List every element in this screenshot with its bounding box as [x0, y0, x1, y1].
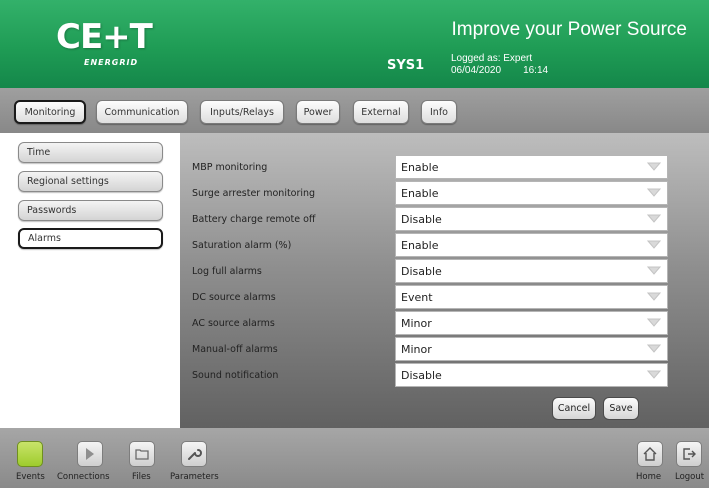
setting-label: Manual-off alarms [192, 344, 278, 355]
home-icon [643, 447, 657, 461]
setting-label: Saturation alarm (%) [192, 240, 292, 251]
logged-user: Logged as: Expert [451, 53, 533, 64]
save-button[interactable]: Save [603, 397, 639, 420]
log-full-alarms-select[interactable]: Disable [395, 259, 668, 283]
dc-source-alarms-select[interactable]: Event [395, 285, 668, 309]
folder-icon [135, 449, 149, 460]
events-label: Events [16, 472, 45, 482]
logo-subtext: ENERGRID [84, 58, 139, 67]
settings-menu: Time Regional settings Passwords Alarms [0, 133, 180, 428]
setting-label: Sound notification [192, 370, 279, 381]
select-value: Disable [401, 212, 442, 226]
saturation-alarm-select[interactable]: Enable [395, 233, 668, 257]
parameters-label: Parameters [170, 472, 219, 482]
chevron-down-icon [647, 266, 661, 275]
bottom-bar: Events Connections Files Parameters Home… [0, 428, 709, 488]
tab-monitoring[interactable]: Monitoring [14, 100, 86, 124]
chevron-down-icon [647, 188, 661, 197]
parameters-button[interactable] [181, 441, 207, 467]
date: 06/04/2020 [451, 65, 502, 76]
tab-bar: Monitoring Communication Inputs/Relays P… [0, 88, 709, 133]
tab-communication[interactable]: Communication [96, 100, 188, 124]
select-value: Minor [401, 316, 432, 330]
connections-icon [86, 448, 94, 460]
setting-label: Battery charge remote off [192, 214, 316, 225]
connections-label: Connections [57, 472, 110, 482]
select-value: Disable [401, 264, 442, 278]
cancel-button[interactable]: Cancel [552, 397, 596, 420]
files-label: Files [132, 472, 151, 482]
logout-button[interactable] [676, 441, 702, 467]
header: CE+T ENERGRID Improve your Power Source … [0, 0, 709, 88]
select-value: Event [401, 290, 433, 304]
menu-item-time[interactable]: Time [18, 142, 163, 163]
select-value: Disable [401, 368, 442, 382]
home-button[interactable] [637, 441, 663, 467]
alarms-panel: MBP monitoring Enable Surge arrester mon… [180, 133, 709, 428]
chevron-down-icon [647, 292, 661, 301]
select-value: Enable [401, 238, 439, 252]
logo-text: CE+T [56, 17, 153, 57]
connections-button[interactable] [77, 441, 103, 467]
setting-label: MBP monitoring [192, 162, 268, 173]
chevron-down-icon [647, 370, 661, 379]
time: 16:14 [523, 65, 549, 76]
setting-label: AC source alarms [192, 318, 275, 329]
select-value: Enable [401, 186, 439, 200]
sound-notification-select[interactable]: Disable [395, 363, 668, 387]
tab-info[interactable]: Info [421, 100, 457, 124]
manual-off-alarms-select[interactable]: Minor [395, 337, 668, 361]
setting-label: Log full alarms [192, 266, 262, 277]
menu-item-passwords[interactable]: Passwords [18, 200, 163, 221]
mbp-monitoring-select[interactable]: Enable [395, 155, 668, 179]
setting-label: Surge arrester monitoring [192, 188, 316, 199]
chevron-down-icon [647, 318, 661, 327]
menu-item-alarms[interactable]: Alarms [18, 228, 163, 249]
system-name: SYS1 [387, 58, 425, 73]
home-label: Home [636, 472, 662, 482]
files-button[interactable] [129, 441, 155, 467]
wrench-icon [188, 449, 202, 460]
chevron-down-icon [647, 214, 661, 223]
select-value: Enable [401, 160, 439, 174]
datetime: 06/04/2020 16:14 [451, 65, 548, 76]
tagline: Improve your Power Source [451, 19, 688, 40]
setting-label: DC source alarms [192, 292, 276, 303]
tab-inputs-relays[interactable]: Inputs/Relays [200, 100, 284, 124]
tab-external[interactable]: External [353, 100, 409, 124]
surge-arrester-monitoring-select[interactable]: Enable [395, 181, 668, 205]
events-button[interactable] [17, 441, 43, 467]
chevron-down-icon [647, 240, 661, 249]
battery-charge-remote-off-select[interactable]: Disable [395, 207, 668, 231]
chevron-down-icon [647, 344, 661, 353]
ac-source-alarms-select[interactable]: Minor [395, 311, 668, 335]
logo: CE+T ENERGRID [56, 18, 164, 72]
tab-power[interactable]: Power [296, 100, 340, 124]
logout-icon [683, 448, 696, 460]
select-value: Minor [401, 342, 432, 356]
menu-item-regional-settings[interactable]: Regional settings [18, 171, 163, 192]
logout-label: Logout [675, 472, 705, 482]
chevron-down-icon [647, 162, 661, 171]
